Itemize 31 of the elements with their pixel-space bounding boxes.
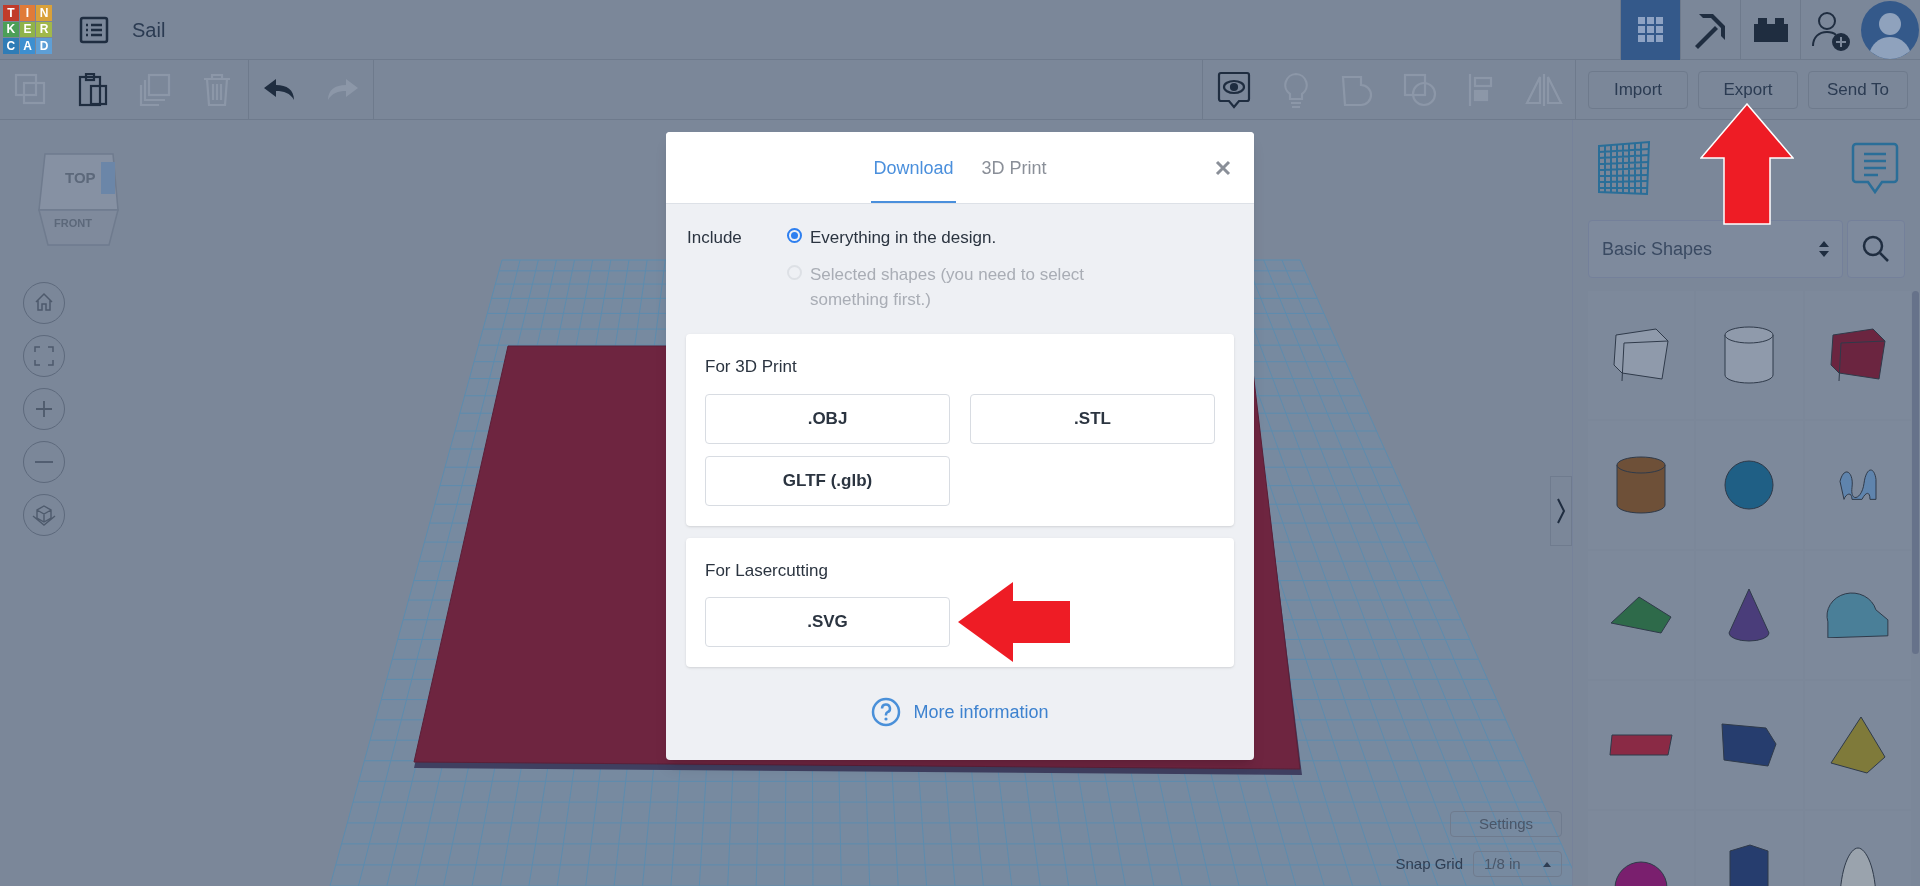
include-label: Include (687, 227, 743, 249)
sort-caret-icon (1819, 240, 1829, 258)
more-information-link[interactable]: More information (913, 698, 1049, 726)
card-title: For Lasercutting (705, 559, 829, 582)
search-icon (1861, 234, 1891, 264)
caret-icon (1543, 861, 1551, 867)
panel-toggle[interactable] (1550, 476, 1572, 546)
toolbar-button[interactable]: Import (1588, 70, 1688, 109)
view-cube-drawing[interactable] (37, 152, 121, 246)
dialog-tab[interactable]: 3D Print (979, 132, 1049, 203)
radio-label[interactable]: Everything in the design. (810, 225, 997, 250)
format-button[interactable]: .SVG (705, 597, 950, 647)
toolbar-button[interactable]: Send To (1808, 70, 1908, 109)
format-button[interactable]: GLTF (.glb) (705, 455, 950, 506)
format-button[interactable]: .OBJ (705, 393, 950, 444)
grid-view-icon[interactable] (1620, 0, 1680, 60)
search-button[interactable] (1847, 220, 1905, 278)
avatar[interactable] (1860, 0, 1920, 60)
radio-button[interactable] (787, 228, 802, 243)
card-title: For 3D Print (705, 356, 798, 378)
app-logo[interactable]: T I N K E R C A D (3, 5, 52, 54)
format-button[interactable]: .STL (970, 393, 1215, 444)
design-name[interactable]: Sail (132, 14, 166, 45)
settings-button[interactable]: Settings (1450, 811, 1562, 837)
snap-grid-label: Snap Grid (1395, 853, 1463, 874)
help-icon[interactable] (871, 697, 902, 727)
chevron-right-icon (1556, 498, 1566, 524)
dialog-tab[interactable]: Download (871, 132, 956, 203)
close-icon[interactable] (1215, 160, 1231, 176)
snap-grid-select[interactable]: 1/8 in (1473, 851, 1562, 877)
category-dropdown[interactable]: Basic Shapes (1588, 220, 1843, 278)
